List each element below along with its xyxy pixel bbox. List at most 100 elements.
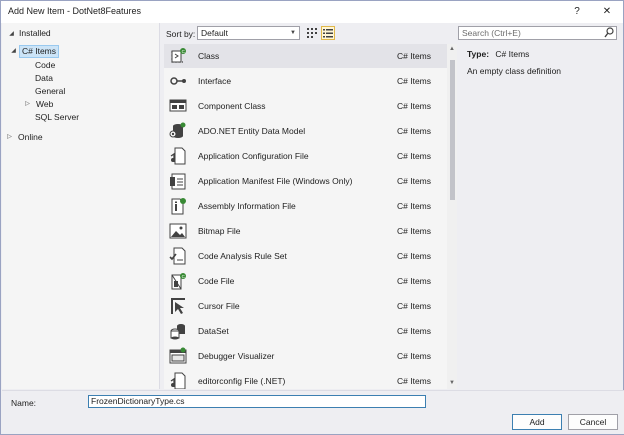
class-icon: C	[168, 46, 188, 66]
item-category: C# Items	[397, 51, 432, 61]
item-category: C# Items	[397, 276, 432, 286]
entity-data-model-icon	[168, 121, 188, 141]
list-item-debugger-visualizer[interactable]: Debugger Visualizer C# Items	[164, 344, 447, 368]
list-item-application-configuration-file[interactable]: Application Configuration File C# Items	[164, 144, 447, 168]
list-item-application-manifest-file[interactable]: Application Manifest File (Windows Only)…	[164, 169, 447, 193]
add-button[interactable]: Add	[512, 414, 562, 430]
item-category: C# Items	[397, 251, 432, 261]
expand-arrow-icon[interactable]: ▷	[24, 98, 31, 111]
item-name: editorconfig File (.NET)	[198, 376, 286, 386]
tree-item-general[interactable]: General	[32, 85, 68, 98]
title-bar: Add New Item - DotNet8Features ? ✕	[1, 1, 623, 23]
scrollbar-thumb[interactable]	[450, 60, 455, 200]
chevron-down-icon: ▼	[290, 30, 296, 36]
details-type-label: Type:	[467, 49, 490, 59]
list-item-editorconfig-file[interactable]: editorconfig File (.NET) C# Items	[164, 369, 447, 389]
tree-item-online[interactable]: ▷ Online	[6, 131, 46, 144]
tree-item-web[interactable]: ▷ Web	[24, 98, 56, 111]
window-title: Add New Item - DotNet8Features	[8, 6, 142, 16]
item-name: DataSet	[198, 326, 229, 336]
list-item-cursor-file[interactable]: Cursor File C# Items	[164, 294, 447, 318]
collapse-caret-icon[interactable]: ◢	[8, 30, 15, 37]
tree-item-label: Web	[36, 99, 54, 109]
list-scrollbar[interactable]: ▲ ▼	[447, 44, 457, 389]
list-item-code-file[interactable]: C Code File C# Items	[164, 269, 447, 293]
help-button[interactable]: ?	[567, 3, 587, 20]
component-class-icon	[168, 96, 188, 116]
tree-item-csharp-items[interactable]: ◢ C# Items	[10, 45, 60, 58]
search-icon[interactable]	[604, 27, 614, 41]
list-item-code-analysis-rule-set[interactable]: Code Analysis Rule Set C# Items	[164, 244, 447, 268]
expand-arrow-icon[interactable]: ▷	[6, 131, 13, 144]
list-item-bitmap-file[interactable]: Bitmap File C# Items	[164, 219, 447, 243]
tree-installed-header[interactable]: ◢ Installed	[8, 28, 51, 38]
bottom-bar: Name: FrozenDictionaryType.cs Add Cancel	[2, 390, 624, 434]
interface-icon	[168, 71, 188, 91]
cursor-icon	[168, 296, 188, 316]
list-item-class[interactable]: C Class C# Items	[164, 44, 447, 68]
tree-item-label: Online	[18, 132, 43, 142]
rule-set-icon	[168, 246, 188, 266]
tree-item-label: Data	[35, 73, 53, 83]
details-type: Type: C# Items	[467, 49, 529, 59]
small-icons-view-button[interactable]	[305, 26, 319, 40]
add-new-item-dialog: Add New Item - DotNet8Features ? ✕ ◢ Ins…	[0, 0, 624, 435]
tree-item-sql-server[interactable]: SQL Server	[32, 111, 82, 124]
dataset-icon	[168, 321, 188, 341]
item-category: C# Items	[397, 301, 432, 311]
bitmap-icon	[168, 221, 188, 241]
sort-by-value: Default	[201, 28, 228, 38]
expand-caret-icon[interactable]: ◢	[10, 45, 17, 58]
item-name: ADO.NET Entity Data Model	[198, 126, 306, 136]
details-type-value: C# Items	[495, 49, 530, 59]
code-file-icon: C	[168, 271, 188, 291]
item-name: Code Analysis Rule Set	[198, 251, 287, 261]
list-item-interface[interactable]: Interface C# Items	[164, 69, 447, 93]
item-category: C# Items	[397, 376, 432, 386]
tree-item-data[interactable]: Data	[32, 72, 56, 85]
item-category: C# Items	[397, 76, 432, 86]
search-placeholder: Search (Ctrl+E)	[462, 28, 521, 38]
item-name: Class	[198, 51, 220, 61]
scroll-up-icon[interactable]: ▲	[447, 46, 457, 52]
medium-icons-view-button[interactable]	[321, 26, 335, 40]
tree-item-label: Code	[35, 60, 56, 70]
scroll-down-icon[interactable]: ▼	[447, 380, 457, 386]
close-button[interactable]: ✕	[597, 3, 617, 20]
sort-by-dropdown[interactable]: Default ▼	[197, 26, 300, 40]
item-category: C# Items	[397, 126, 432, 136]
item-category: C# Items	[397, 226, 432, 236]
grid-view-icon	[307, 28, 317, 38]
item-name: Component Class	[198, 101, 266, 111]
item-name: Application Configuration File	[198, 151, 309, 161]
details-pane: Type: C# Items An empty class definition	[458, 44, 621, 389]
item-category: C# Items	[397, 351, 432, 361]
item-name: Interface	[198, 76, 232, 86]
tree-item-label: General	[35, 86, 66, 96]
name-label: Name:	[11, 398, 37, 408]
item-category: C# Items	[397, 151, 432, 161]
tree-item-code[interactable]: Code	[32, 59, 58, 72]
item-category: C# Items	[397, 101, 432, 111]
template-list: C Class C# Items Interface C# Items Comp…	[164, 44, 447, 389]
name-input[interactable]: FrozenDictionaryType.cs	[88, 395, 426, 408]
list-view-icon	[323, 29, 333, 38]
details-description: An empty class definition	[467, 66, 562, 76]
tree-installed-label: Installed	[19, 28, 51, 38]
tree-item-label: SQL Server	[35, 112, 80, 122]
search-input[interactable]: Search (Ctrl+E)	[458, 26, 617, 40]
assembly-info-icon	[168, 196, 188, 216]
item-name: Cursor File	[198, 301, 240, 311]
list-item-dataset[interactable]: DataSet C# Items	[164, 319, 447, 343]
list-item-component-class[interactable]: Component Class C# Items	[164, 94, 447, 118]
item-category: C# Items	[397, 176, 432, 186]
template-tree-pane: ◢ Installed ◢ C# Items Code Data General…	[2, 23, 160, 389]
item-name: Debugger Visualizer	[198, 351, 275, 361]
item-category: C# Items	[397, 201, 432, 211]
item-category: C# Items	[397, 326, 432, 336]
editorconfig-icon	[168, 371, 188, 389]
list-item-ado-net-entity-data-model[interactable]: ADO.NET Entity Data Model C# Items	[164, 119, 447, 143]
item-name: Code File	[198, 276, 235, 286]
cancel-button[interactable]: Cancel	[568, 414, 618, 430]
list-item-assembly-information-file[interactable]: Assembly Information File C# Items	[164, 194, 447, 218]
